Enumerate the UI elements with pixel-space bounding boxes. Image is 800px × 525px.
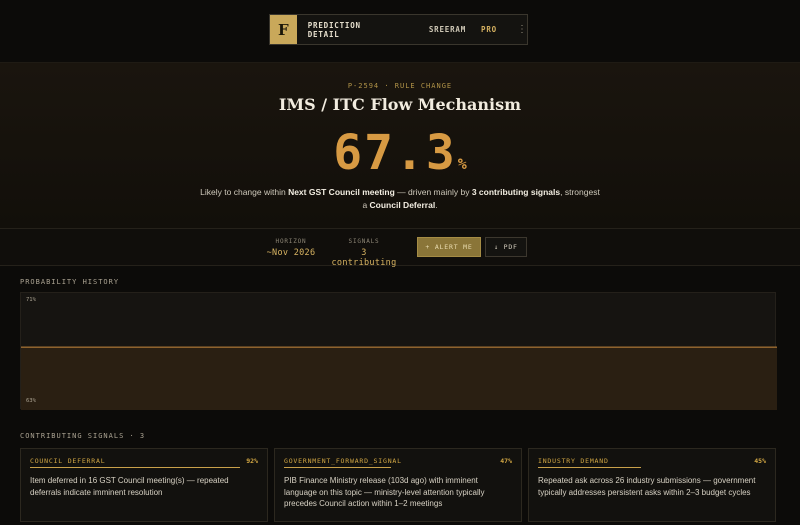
signal-card[interactable]: GOVERNMENT_FORWARD_SIGNAL 47% PIB Financ… (274, 448, 522, 522)
signals-section-label: CONTRIBUTING SIGNALS · 3 (20, 432, 146, 440)
prediction-summary: Likely to change within Next GST Council… (200, 186, 600, 212)
summary-text: — driven mainly by (394, 187, 472, 197)
user-name[interactable]: SREERAM (429, 25, 466, 34)
signal-weight: 45% (754, 457, 766, 465)
prediction-hero: P-2594 · RULE CHANGE IMS / ITC Flow Mech… (0, 62, 800, 228)
signals-value: 3 contributing (331, 248, 397, 268)
signal-weight: 47% (500, 457, 512, 465)
signal-weight: 92% (246, 457, 258, 465)
meta-band: HORIZON ~Nov 2026 SIGNALS 3 contributing… (0, 228, 800, 268)
summary-signal-count: 3 contributing signals (471, 187, 561, 197)
probability-value: 67.3 (333, 125, 457, 181)
page-title: IMS / ITC Flow Mechanism (278, 95, 522, 114)
more-menu-icon[interactable]: ⋮ (517, 24, 527, 35)
horizon-value: ~Nov 2026 (266, 248, 316, 258)
alert-me-button[interactable]: + ALERT ME (417, 237, 481, 257)
summary-text: Likely to change within (200, 187, 289, 197)
probability-unit: % (457, 155, 467, 173)
signals-stat: SIGNALS 3 contributing (328, 238, 400, 268)
signals-label: SIGNALS (348, 238, 380, 245)
nav-title: PREDICTION DETAIL (307, 20, 361, 39)
probability-history-chart: 71% 63% (20, 292, 777, 410)
horizon-stat: HORIZON ~Nov 2026 (262, 238, 320, 258)
horizon-label: HORIZON (275, 238, 307, 245)
signal-description: PIB Finance Ministry release (103d ago) … (284, 476, 485, 508)
app-logo[interactable]: F (270, 15, 297, 44)
signal-description: Repeated ask across 26 industry submissi… (538, 476, 756, 497)
y-axis-bottom-label: 63% (26, 398, 36, 404)
history-chart-svg (21, 346, 777, 410)
signal-weight-bar (538, 467, 641, 468)
signal-name: INDUSTRY DEMAND (538, 457, 609, 465)
probability-display: 67.3% (0, 125, 800, 181)
top-bar: F PREDICTION DETAIL SREERAM PRO ⋮ (0, 0, 800, 62)
download-pdf-button[interactable]: ↓ PDF (485, 237, 527, 257)
signal-card[interactable]: INDUSTRY DEMAND 45% Repeated ask across … (528, 448, 776, 522)
summary-text: . (435, 200, 438, 210)
signal-description: Item deferred in 16 GST Council meeting(… (30, 476, 229, 497)
summary-horizon: Next GST Council meeting (288, 187, 395, 197)
summary-strongest-signal: Council Deferral (369, 200, 436, 210)
nav-bar: F PREDICTION DETAIL SREERAM PRO ⋮ (269, 14, 528, 45)
signal-card[interactable]: COUNCIL DEFERRAL 92% Item deferred in 16… (20, 448, 268, 522)
signal-name: COUNCIL DEFERRAL (30, 457, 106, 465)
history-area (21, 347, 777, 410)
plan-badge: PRO (481, 25, 497, 34)
y-axis-top-label: 71% (26, 297, 36, 303)
signal-weight-bar (30, 467, 240, 468)
history-section-label: PROBABILITY HISTORY (20, 278, 120, 286)
prediction-kicker: P-2594 · RULE CHANGE (347, 82, 453, 90)
signal-name: GOVERNMENT_FORWARD_SIGNAL (284, 457, 402, 465)
signal-weight-bar (284, 467, 391, 468)
